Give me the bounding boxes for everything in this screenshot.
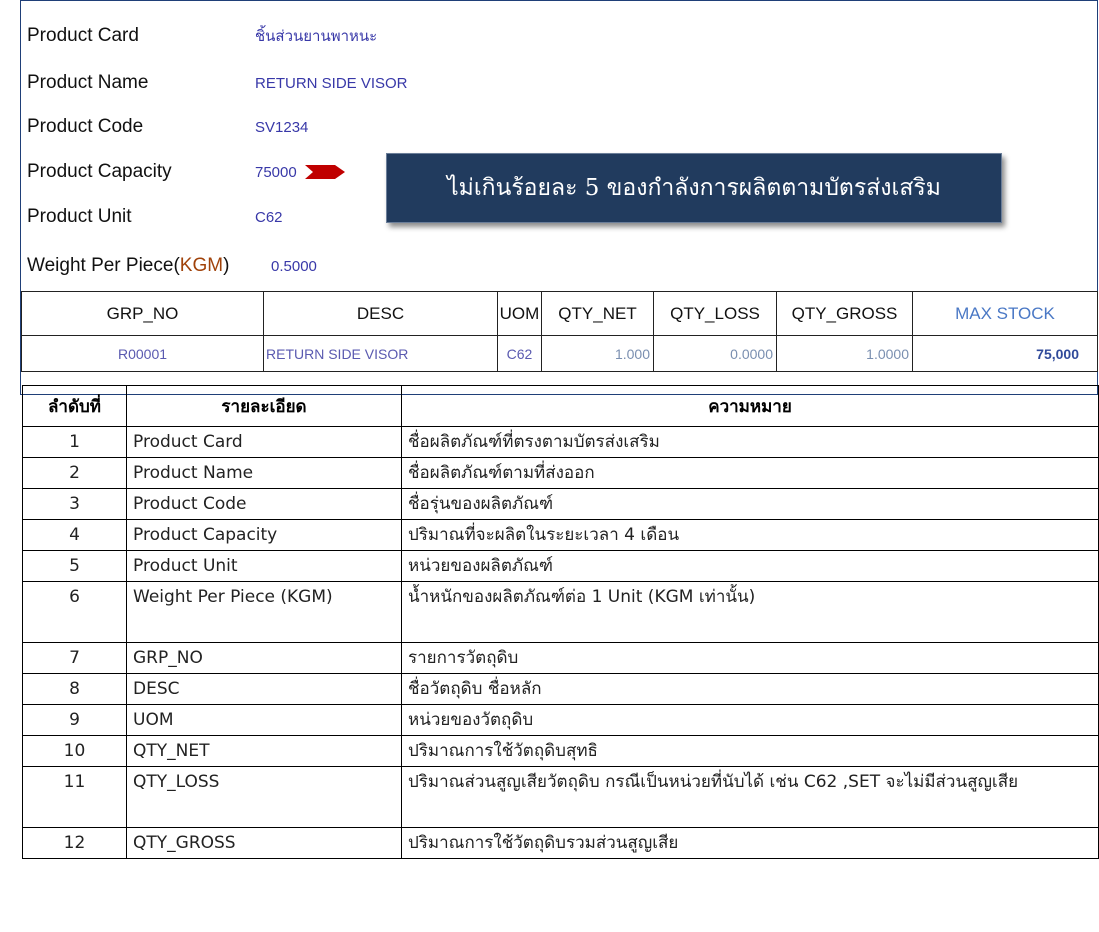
grid-cell-qty-gross[interactable]: 1.0000: [776, 335, 913, 372]
product-unit-label: Product Unit: [27, 206, 132, 227]
grid-header-desc: DESC: [263, 291, 498, 336]
product-card-row: Product Card ชิ้นส่วนยานพาหนะ: [27, 18, 377, 54]
product-code-value: SV1234: [255, 118, 309, 136]
row-detail: Product Unit: [126, 550, 402, 582]
weight-per-piece-row: Weight Per Piece(KGM) 0.5000: [27, 248, 317, 284]
row-detail: QTY_NET: [126, 735, 402, 767]
meaning-header-meaning: ความหมาย: [401, 385, 1099, 427]
row-detail: UOM: [126, 704, 402, 736]
row-meaning: น้ำหนักของผลิตภัณฑ์ต่อ 1 Unit (KGM เท่าน…: [401, 581, 1099, 643]
product-name-label: Product Name: [27, 72, 149, 93]
table-row: 9 UOM หน่วยของวัตถุดิบ: [22, 704, 1099, 736]
row-meaning: ชื่อวัตถุดิบ ชื่อหลัก: [401, 673, 1099, 705]
product-capacity-value: 75000: [255, 163, 297, 181]
grid-header-grp-no: GRP_NO: [21, 291, 264, 336]
weight-label-text: Weight Per Piece(: [27, 255, 180, 276]
material-grid: GRP_NO DESC UOM QTY_NET QTY_LOSS QTY_GRO…: [21, 291, 1098, 372]
row-number: 10: [22, 735, 127, 767]
table-row: 2 Product Name ชื่อผลิตภัณฑ์ตามที่ส่งออก: [22, 457, 1099, 489]
row-number: 4: [22, 519, 127, 551]
product-code-label: Product Code: [27, 116, 144, 137]
row-meaning: หน่วยของวัตถุดิบ: [401, 704, 1099, 736]
grid-header-max-stock: MAX STOCK: [912, 291, 1098, 336]
row-meaning: ปริมาณส่วนสูญเสียวัตถุดิบ กรณีเป็นหน่วยท…: [401, 766, 1099, 828]
table-row: 5 Product Unit หน่วยของผลิตภัณฑ์: [22, 550, 1099, 582]
grid-cell-uom[interactable]: C62: [497, 335, 542, 372]
grid-cell-qty-net[interactable]: 1.000: [541, 335, 654, 372]
table-row: 11 QTY_LOSS ปริมาณส่วนสูญเสียวัตถุดิบ กร…: [22, 766, 1099, 828]
callout-box: ไม่เกินร้อยละ 5 ของกำลังการผลิตตามบัตรส่…: [386, 153, 1002, 223]
grid-header-row: GRP_NO DESC UOM QTY_NET QTY_LOSS QTY_GRO…: [21, 291, 1098, 336]
grid-cell-desc[interactable]: RETURN SIDE VISOR: [263, 335, 498, 372]
grid-header-qty-net: QTY_NET: [541, 291, 654, 336]
product-capacity-label: Product Capacity: [27, 161, 172, 182]
table-row: 8 DESC ชื่อวัตถุดิบ ชื่อหลัก: [22, 673, 1099, 705]
row-meaning: รายการวัตถุดิบ: [401, 642, 1099, 674]
row-detail: Product Capacity: [126, 519, 402, 551]
row-number: 2: [22, 457, 127, 489]
product-card-value: ชิ้นส่วนยานพาหนะ: [255, 28, 378, 45]
row-detail: QTY_LOSS: [126, 766, 402, 828]
grid-header-qty-loss: QTY_LOSS: [653, 291, 777, 336]
product-unit-value: C62: [255, 208, 283, 226]
row-detail: Weight Per Piece (KGM): [126, 581, 402, 643]
row-number: 3: [22, 488, 127, 520]
meaning-header-detail: รายละเอียด: [126, 385, 402, 427]
row-meaning: ปริมาณการใช้วัตถุดิบสุทธิ: [401, 735, 1099, 767]
table-row: 10 QTY_NET ปริมาณการใช้วัตถุดิบสุทธิ: [22, 735, 1099, 767]
table-row[interactable]: R00001 RETURN SIDE VISOR C62 1.000 0.000…: [21, 335, 1098, 372]
grid-header-qty-gross: QTY_GROSS: [776, 291, 913, 336]
row-meaning: ปริมาณการใช้วัตถุดิบรวมส่วนสูญเสีย: [401, 827, 1099, 859]
row-number: 7: [22, 642, 127, 674]
row-detail: DESC: [126, 673, 402, 705]
product-name-value: RETURN SIDE VISOR: [255, 74, 408, 92]
meaning-table: ลำดับที่ รายละเอียด ความหมาย 1 Product C…: [22, 385, 1099, 859]
weight-per-piece-value: 0.5000: [271, 257, 317, 275]
weight-label-close: ): [223, 255, 230, 276]
weight-per-piece-label: Weight Per Piece(KGM): [27, 255, 271, 277]
row-detail: Product Code: [126, 488, 402, 520]
row-meaning: ชื่อรุ่นของผลิตภัณฑ์: [401, 488, 1099, 520]
product-capacity-row: Product Capacity 75000: [27, 154, 345, 190]
table-row: 6 Weight Per Piece (KGM) น้ำหนักของผลิตภ…: [22, 581, 1099, 643]
row-number: 1: [22, 426, 127, 458]
row-detail: QTY_GROSS: [126, 827, 402, 859]
product-name-row: Product Name RETURN SIDE VISOR: [27, 65, 408, 101]
meaning-header-row: ลำดับที่ รายละเอียด ความหมาย: [22, 385, 1099, 427]
product-code-row: Product Code SV1234: [27, 109, 308, 145]
row-number: 11: [22, 766, 127, 828]
grid-cell-max-stock[interactable]: 75,000: [912, 335, 1098, 372]
row-meaning: ชื่อผลิตภัณฑ์ที่ตรงตามบัตรส่งเสริม: [401, 426, 1099, 458]
row-number: 12: [22, 827, 127, 859]
table-row: 3 Product Code ชื่อรุ่นของผลิตภัณฑ์: [22, 488, 1099, 520]
row-number: 9: [22, 704, 127, 736]
row-meaning: ชื่อผลิตภัณฑ์ตามที่ส่งออก: [401, 457, 1099, 489]
row-meaning: หน่วยของผลิตภัณฑ์: [401, 550, 1099, 582]
table-row: 4 Product Capacity ปริมาณที่จะผลิตในระยะ…: [22, 519, 1099, 551]
product-card-label: Product Card: [27, 25, 139, 46]
table-row: 7 GRP_NO รายการวัตถุดิบ: [22, 642, 1099, 674]
row-number: 6: [22, 581, 127, 643]
row-detail: GRP_NO: [126, 642, 402, 674]
weight-unit-text: KGM: [179, 255, 224, 276]
meaning-header-no: ลำดับที่: [22, 385, 127, 427]
arrow-right-icon: [304, 165, 345, 179]
row-meaning: ปริมาณที่จะผลิตในระยะเวลา 4 เดือน: [401, 519, 1099, 551]
grid-cell-qty-loss[interactable]: 0.0000: [653, 335, 777, 372]
grid-cell-grp-no[interactable]: R00001: [21, 335, 264, 372]
row-detail: Product Name: [126, 457, 402, 489]
table-row: 12 QTY_GROSS ปริมาณการใช้วัตถุดิบรวมส่วน…: [22, 827, 1099, 859]
row-number: 5: [22, 550, 127, 582]
grid-header-uom: UOM: [497, 291, 542, 336]
row-detail: Product Card: [126, 426, 402, 458]
product-unit-row: Product Unit C62: [27, 199, 283, 235]
row-number: 8: [22, 673, 127, 705]
table-row: 1 Product Card ชื่อผลิตภัณฑ์ที่ตรงตามบัต…: [22, 426, 1099, 458]
